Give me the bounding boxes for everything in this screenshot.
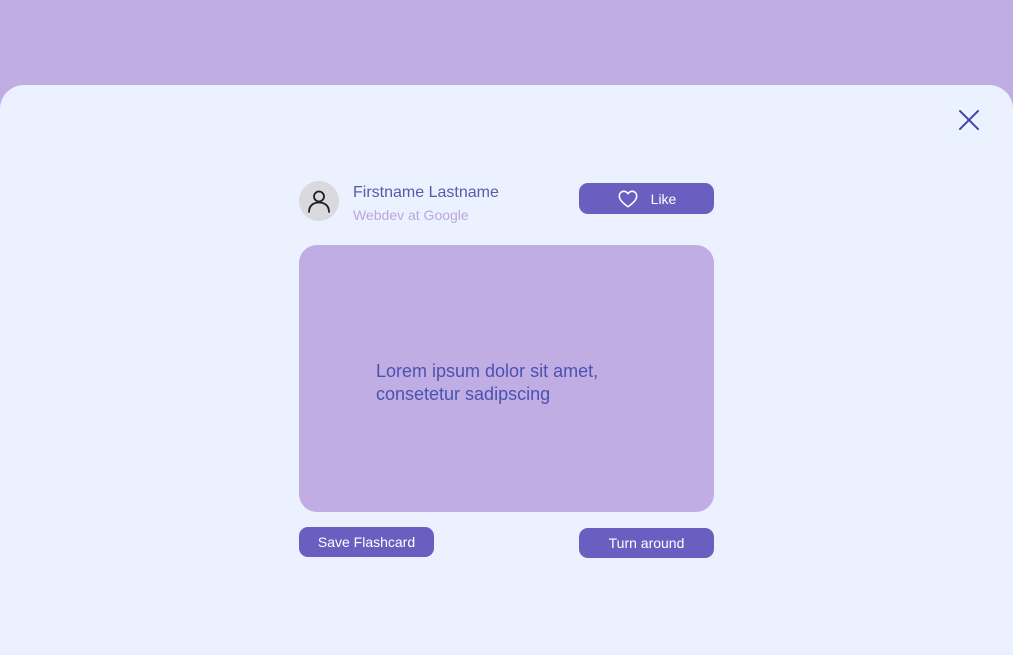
save-flashcard-label: Save Flashcard bbox=[317, 534, 416, 550]
author-name: Firstname Lastname bbox=[353, 184, 499, 201]
heart-icon bbox=[618, 190, 638, 208]
turn-around-label: Turn around bbox=[608, 535, 685, 551]
like-label: Like bbox=[650, 190, 677, 207]
like-button[interactable]: Like bbox=[579, 183, 714, 214]
author-role: Webdev at Google bbox=[353, 207, 469, 223]
save-flashcard-button[interactable]: Save Flashcard bbox=[299, 527, 434, 557]
author-profile: Firstname Lastname Webdev at Google bbox=[299, 181, 499, 224]
flashcard[interactable]: Lorem ipsum dolor sit amet, consetetur s… bbox=[299, 245, 714, 512]
avatar[interactable] bbox=[299, 181, 339, 221]
close-button[interactable] bbox=[955, 106, 983, 134]
close-icon bbox=[959, 110, 979, 130]
turn-around-button[interactable]: Turn around bbox=[579, 528, 714, 558]
flashcard-text: Lorem ipsum dolor sit amet, consetetur s… bbox=[376, 361, 599, 404]
user-icon bbox=[308, 190, 330, 213]
